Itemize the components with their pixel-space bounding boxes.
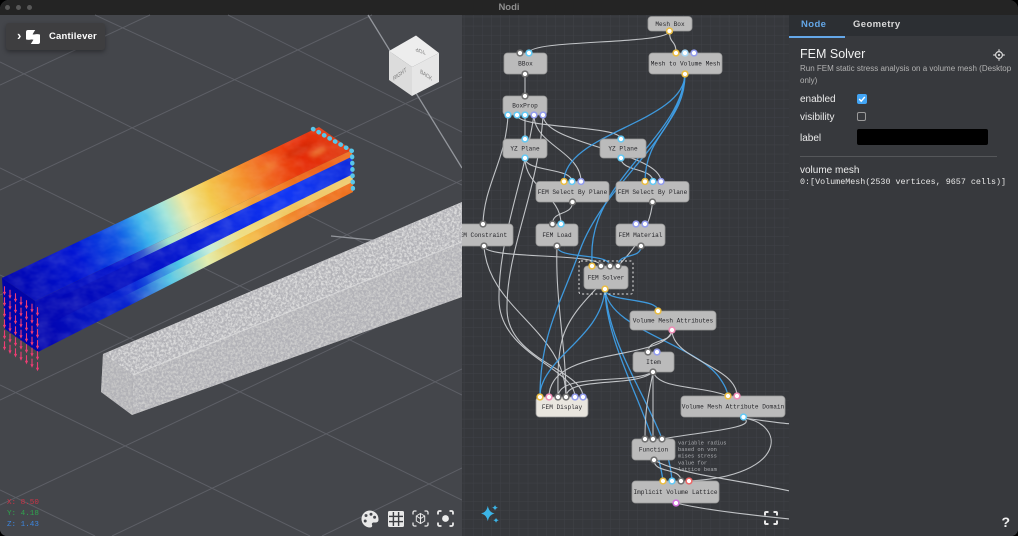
svg-text:FEM Constraint: FEM Constraint: [462, 232, 507, 239]
svg-text:Item: Item: [646, 359, 661, 366]
svg-text:Volume Mesh Attribute Domain: Volume Mesh Attribute Domain: [682, 404, 785, 411]
svg-text:BBox: BBox: [518, 61, 533, 68]
svg-text:mises stress: mises stress: [678, 454, 717, 460]
svg-text:YZ Plane: YZ Plane: [608, 146, 638, 153]
svg-text:lattice beam: lattice beam: [678, 467, 717, 473]
svg-text:FEM Select By Plane: FEM Select By Plane: [618, 189, 688, 196]
svg-text:value for: value for: [678, 460, 707, 466]
svg-text:YZ Plane: YZ Plane: [510, 146, 540, 153]
svg-text:based on von: based on von: [678, 447, 717, 453]
svg-text:Volume Mesh Attributes: Volume Mesh Attributes: [633, 318, 714, 325]
svg-text:FEM Select By Plane: FEM Select By Plane: [538, 189, 608, 196]
svg-text:FEM Load: FEM Load: [542, 232, 572, 239]
svg-text:Mesh Box: Mesh Box: [655, 21, 685, 28]
svg-text:BoxProp: BoxProp: [512, 103, 538, 110]
svg-text:FEM Solver: FEM Solver: [588, 275, 625, 282]
svg-text:variable radius: variable radius: [678, 441, 727, 447]
svg-text:FEM Material: FEM Material: [619, 232, 663, 239]
svg-text:Function: Function: [639, 447, 669, 454]
svg-text:Mesh to Volume Mesh: Mesh to Volume Mesh: [651, 61, 721, 68]
svg-text:FEM Display: FEM Display: [542, 404, 583, 411]
svg-text:Implicit Volume Lattice: Implicit Volume Lattice: [633, 489, 717, 496]
